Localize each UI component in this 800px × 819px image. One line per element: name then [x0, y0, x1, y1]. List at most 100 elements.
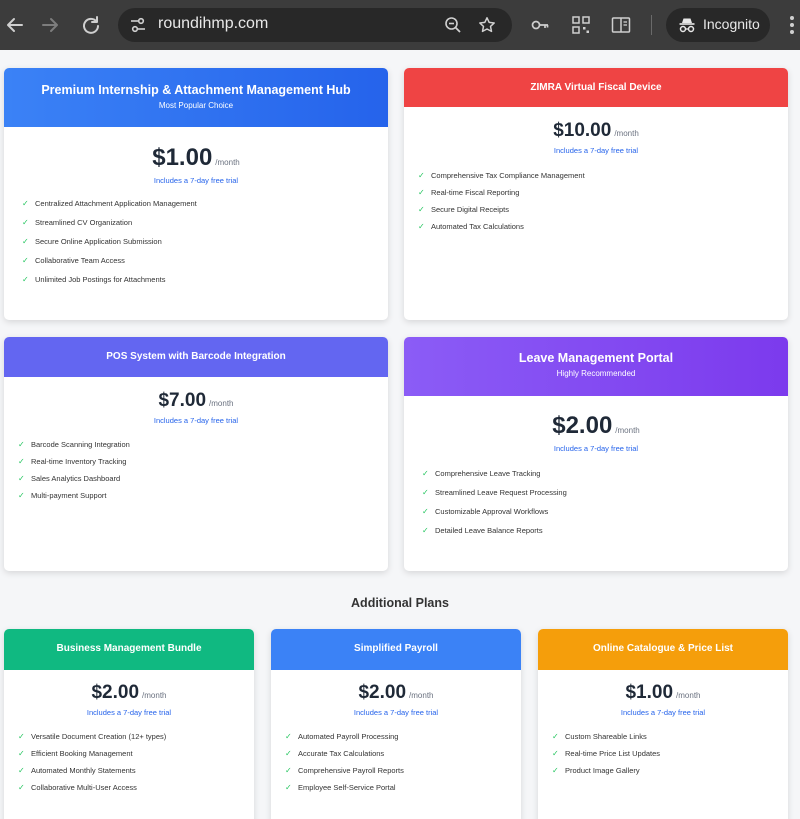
trial-note: Includes a 7-day free trial — [86, 708, 172, 717]
feature-item: ✓ Multi-payment Support — [18, 491, 107, 500]
check-icon: ✓ — [422, 469, 429, 478]
card-subtitle: Most Popular Choice — [158, 101, 234, 110]
check-icon: ✓ — [18, 440, 25, 449]
feature-item: ✓ Sales Analytics Dashboard — [18, 474, 121, 483]
check-icon: ✓ — [22, 256, 29, 265]
feature-item: ✓ Versatile Document Creation (12+ types) — [18, 732, 167, 741]
zoom-out-icon[interactable] — [444, 16, 462, 34]
per-month: /month — [676, 691, 701, 700]
feature-item: ✓ Comprehensive Leave Tracking — [422, 469, 541, 478]
per-month: /month — [409, 691, 434, 700]
feature-list: ✓ Comprehensive Tax Compliance Management… — [418, 171, 585, 231]
card-header: Simplified Payroll — [271, 629, 521, 670]
price: $1.00 — [152, 144, 213, 171]
card-header: Leave Management Portal Highly Recommend… — [404, 337, 788, 396]
plan-card-business-bundle: Business Management Bundle $2.00/month I… — [4, 629, 254, 819]
feature-item: ✓ Collaborative Multi-User Access — [18, 783, 137, 792]
price: $2.00 — [552, 412, 613, 439]
card-header: ZIMRA Virtual Fiscal Device — [404, 68, 788, 107]
feature-item: ✓ Accurate Tax Calculations — [285, 749, 385, 758]
check-icon: ✓ — [552, 732, 559, 741]
feature-item: ✓ Real-time Price List Updates — [552, 749, 661, 758]
feature-item: ✓ Real-time Inventory Tracking — [18, 457, 127, 466]
feature-list: ✓ Versatile Document Creation (12+ types)… — [18, 732, 166, 792]
browser-toolbar: roundihmp.com Incognito — [0, 0, 800, 50]
card-title: Simplified Payroll — [354, 643, 438, 654]
check-icon: ✓ — [418, 222, 425, 231]
tune-icon[interactable] — [129, 16, 147, 34]
feature-item: ✓ Product Image Gallery — [552, 766, 640, 775]
reload-icon[interactable] — [76, 10, 106, 40]
check-icon: ✓ — [285, 749, 292, 758]
trial-note: Includes a 7-day free trial — [153, 416, 239, 425]
card-title: ZIMRA Virtual Fiscal Device — [530, 82, 662, 93]
price-row: $2.00/month — [271, 682, 521, 704]
card-title: Leave Management Portal — [518, 351, 674, 365]
check-icon: ✓ — [18, 766, 25, 775]
price: $1.00 — [625, 682, 674, 703]
feature-item: ✓ Real-time Fiscal Reporting — [418, 188, 520, 197]
back-arrow-icon[interactable] — [0, 10, 30, 40]
feature-item: ✓ Automated Monthly Statements — [18, 766, 136, 775]
incognito-label: Incognito — [703, 16, 760, 32]
feature-item: ✓ Automated Payroll Processing — [285, 732, 399, 741]
qr-code-icon[interactable] — [571, 15, 591, 35]
card-header: Online Catalogue & Price List — [538, 629, 788, 670]
incognito-badge[interactable]: Incognito — [666, 8, 770, 42]
feature-list: ✓ Automated Payroll Processing ✓ Accurate … — [285, 732, 404, 792]
check-icon: ✓ — [18, 491, 25, 500]
feature-item: ✓ Custom Shareable Links — [552, 732, 647, 741]
address-bar[interactable]: roundihmp.com — [118, 8, 512, 42]
price-row: $1.00/month — [4, 144, 388, 172]
card-subtitle: Highly Recommended — [556, 369, 636, 378]
password-key-icon[interactable] — [530, 15, 550, 35]
card-title: Premium Internship & Attachment Manageme… — [41, 83, 351, 97]
forward-arrow-icon[interactable] — [35, 10, 65, 40]
check-icon: ✓ — [18, 749, 25, 758]
feature-list: ✓ Barcode Scanning Integration ✓ Real-time… — [18, 440, 130, 500]
check-icon: ✓ — [418, 205, 425, 214]
check-icon: ✓ — [285, 766, 292, 775]
check-icon: ✓ — [418, 188, 425, 197]
per-month: /month — [215, 158, 240, 167]
menu-dots-icon[interactable] — [784, 14, 800, 36]
feature-item: ✓ Customizable Approval Workflows — [422, 507, 549, 516]
toolbar-separator — [651, 15, 652, 35]
check-icon: ✓ — [422, 488, 429, 497]
feature-list: ✓ Centralized Attachment Application Mana… — [22, 199, 197, 284]
plan-card-zimra: ZIMRA Virtual Fiscal Device $10.00/month… — [404, 68, 788, 320]
price: $10.00 — [553, 120, 612, 141]
url-text[interactable]: roundihmp.com — [158, 15, 268, 33]
price: $2.00 — [358, 682, 407, 703]
feature-item: ✓ Automated Tax Calculations — [418, 222, 524, 231]
feature-item: ✓ Streamlined CV Organization — [22, 218, 133, 227]
card-header: Premium Internship & Attachment Manageme… — [4, 68, 388, 127]
card-title: Business Management Bundle — [56, 643, 202, 654]
check-icon: ✓ — [18, 732, 25, 741]
feature-item: ✓ Streamlined Leave Request Processing — [422, 488, 567, 497]
check-icon: ✓ — [18, 783, 25, 792]
price-row: $10.00/month — [404, 120, 788, 142]
per-month: /month — [209, 399, 234, 408]
plan-card-online-catalogue: Online Catalogue & Price List $1.00/mont… — [538, 629, 788, 819]
per-month: /month — [614, 129, 639, 138]
card-title: POS System with Barcode Integration — [106, 351, 286, 362]
check-icon: ✓ — [285, 732, 292, 741]
per-month: /month — [142, 691, 167, 700]
check-icon: ✓ — [285, 783, 292, 792]
star-icon[interactable] — [478, 16, 496, 34]
feature-item: ✓ Detailed Leave Balance Reports — [422, 526, 543, 535]
trial-note: Includes a 7-day free trial — [353, 708, 439, 717]
check-icon: ✓ — [22, 218, 29, 227]
check-icon: ✓ — [422, 526, 429, 535]
feature-item: ✓ Centralized Attachment Application Mana… — [22, 199, 197, 208]
reading-mode-icon[interactable] — [611, 15, 631, 35]
plan-card-internship-hub: Premium Internship & Attachment Manageme… — [4, 68, 388, 320]
card-header: POS System with Barcode Integration — [4, 337, 388, 377]
check-icon: ✓ — [18, 474, 25, 483]
check-icon: ✓ — [552, 766, 559, 775]
per-month: /month — [615, 426, 640, 435]
check-icon: ✓ — [422, 507, 429, 516]
feature-item: ✓ Efficient Booking Management — [18, 749, 133, 758]
section-title-additional-plans: Additional Plans — [351, 596, 449, 610]
